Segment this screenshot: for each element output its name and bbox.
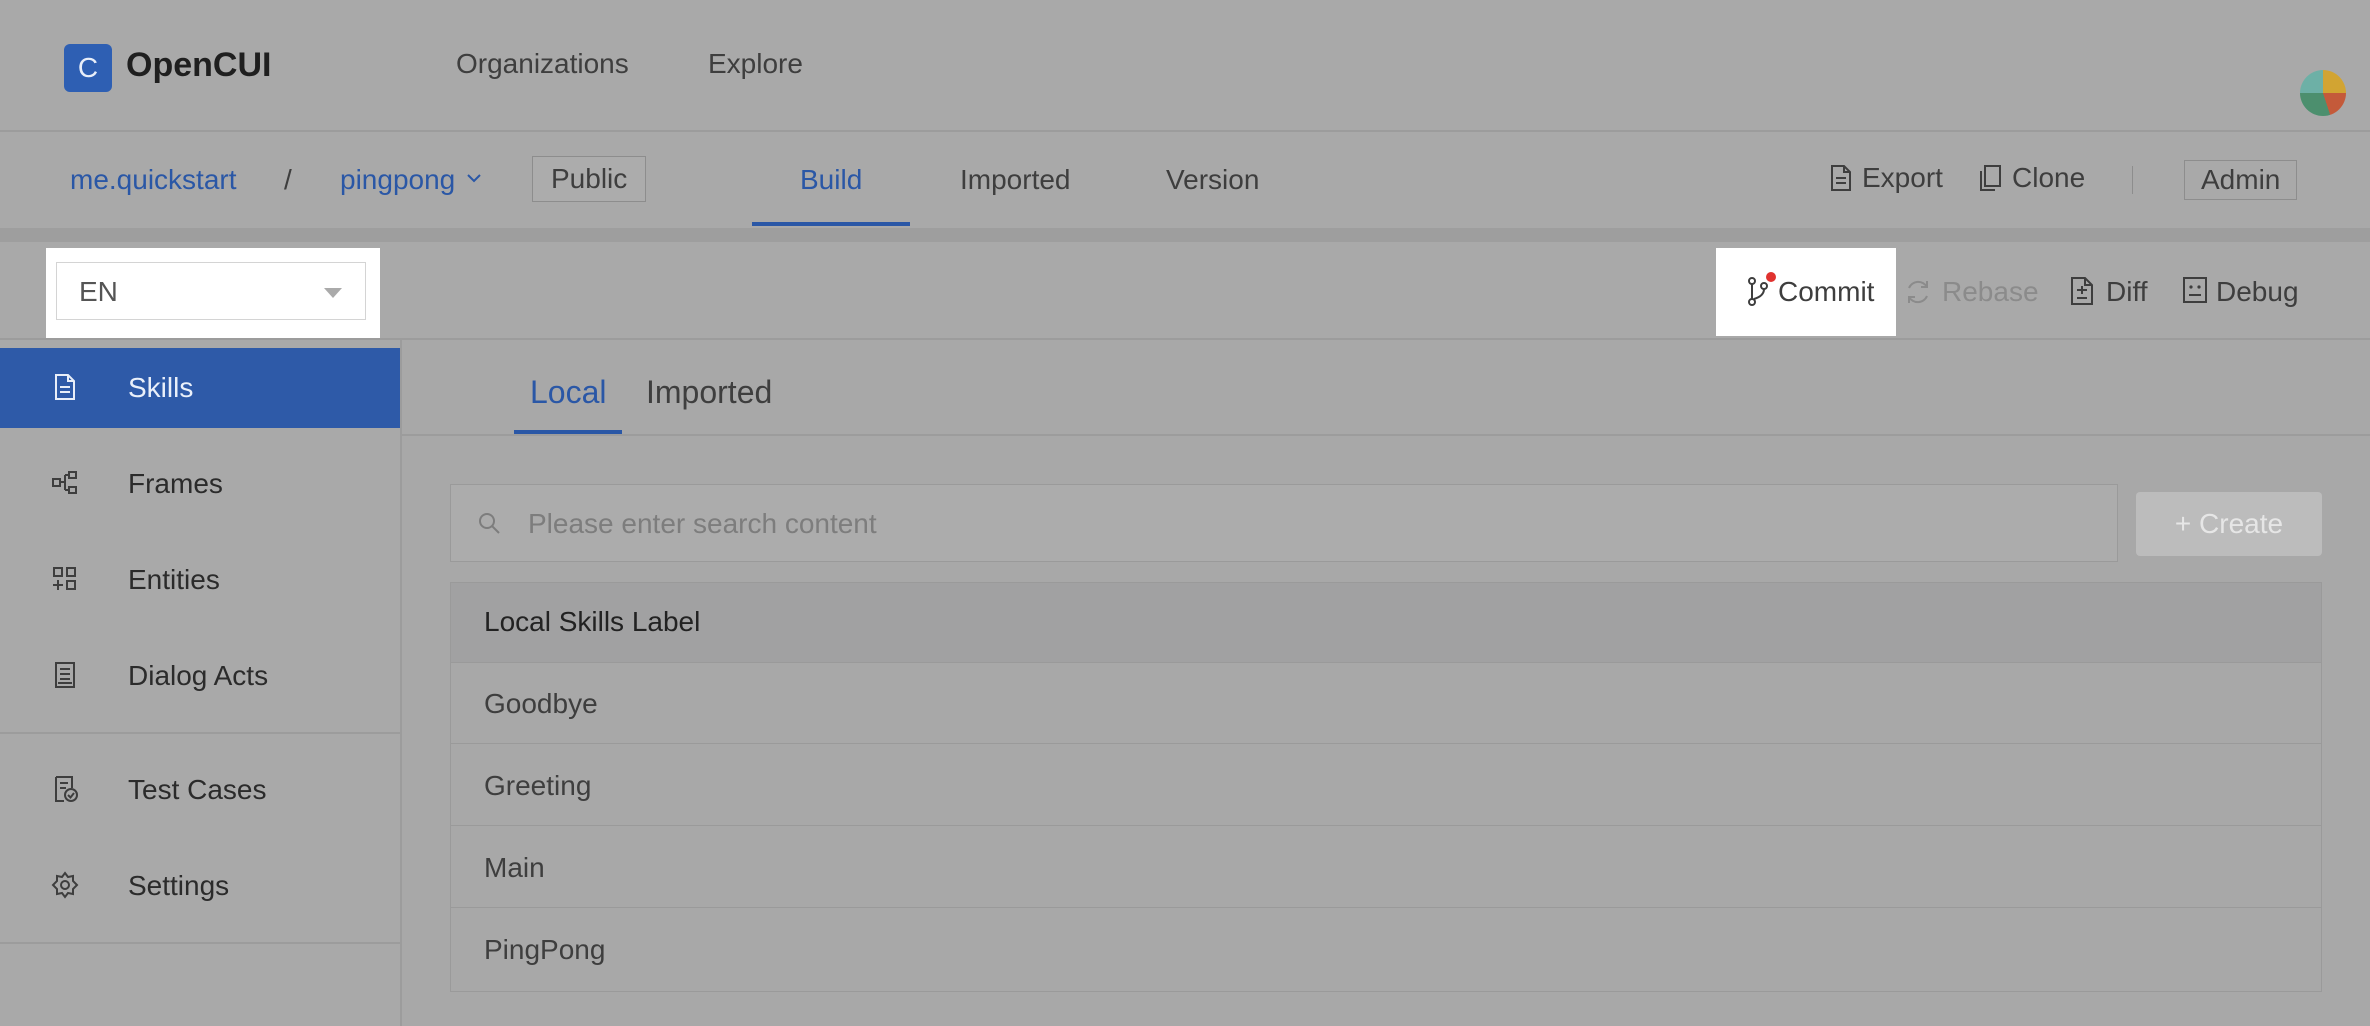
document-icon <box>50 372 80 402</box>
admin-button[interactable]: Admin <box>2184 160 2298 200</box>
table-header-row <box>451 583 2321 663</box>
frames-icon <box>50 468 80 498</box>
table-cell[interactable]: Goodbye <box>484 688 598 720</box>
sidebar-item-label: Dialog Acts <box>128 660 269 691</box>
sidebar-item-entities[interactable]: Entities <box>0 540 400 620</box>
nav-explore-link[interactable]: Explore <box>708 48 803 80</box>
test-cases-icon <box>50 774 80 804</box>
breadcrumb-separator: / <box>284 164 292 195</box>
search-placeholder[interactable]: Please enter search content <box>528 508 877 540</box>
diff-icon[interactable] <box>2070 276 2094 306</box>
table-row[interactable] <box>451 664 2321 744</box>
branch-icon[interactable] <box>1746 276 1770 306</box>
commit-button[interactable]: Commit <box>1778 276 1874 308</box>
notification-dot <box>1766 272 1776 282</box>
caret-down-icon[interactable] <box>324 288 342 298</box>
tab-build[interactable]: Build <box>800 164 862 196</box>
sidebar-item-label: Frames <box>128 468 223 499</box>
table-row[interactable] <box>451 828 2321 908</box>
table-row[interactable] <box>451 910 2321 990</box>
sidebar-divider <box>0 732 400 734</box>
debug-button[interactable]: Debug <box>2216 276 2299 308</box>
plus-icon: + <box>2174 508 2192 539</box>
diff-button[interactable]: Diff <box>2106 276 2148 308</box>
search-icon <box>476 510 504 538</box>
opencui-logo-icon[interactable]: C <box>64 44 112 92</box>
gear-icon <box>50 870 80 900</box>
sidebar-item-dialog-acts[interactable]: Dialog Acts <box>0 636 400 716</box>
table-cell[interactable]: Greeting <box>484 770 591 802</box>
sidebar-item-label: Test Cases <box>128 774 267 805</box>
table-cell[interactable]: PingPong <box>484 934 605 966</box>
tab-imported-skills[interactable]: Imported <box>646 374 772 411</box>
language-select[interactable]: EN <box>56 262 366 320</box>
dialog-acts-icon <box>50 660 80 690</box>
tabs-divider <box>402 434 2370 436</box>
clone-button[interactable]: Clone <box>2012 162 2085 194</box>
chevron-down-icon[interactable] <box>466 172 482 184</box>
visibility-badge: Public <box>532 156 647 202</box>
tab-imported[interactable]: Imported <box>960 164 1071 196</box>
breadcrumb-org-link[interactable]: me.quickstart <box>70 164 237 196</box>
top-nav <box>0 0 2370 132</box>
sidebar-item-frames[interactable]: Frames <box>0 444 400 524</box>
create-label: Create <box>2199 508 2284 539</box>
create-button[interactable]: + Create <box>2136 492 2322 556</box>
clone-icon[interactable] <box>1978 164 2002 192</box>
sidebar-item-label: Skills <box>128 372 194 403</box>
breadcrumb-project-dropdown[interactable]: pingpong <box>340 164 455 196</box>
debug-icon[interactable] <box>2182 276 2208 304</box>
tab-version[interactable]: Version <box>1166 164 1259 196</box>
divider <box>2132 166 2133 194</box>
sidebar-divider <box>0 942 400 944</box>
export-button[interactable]: Export <box>1862 162 1943 194</box>
table-row[interactable] <box>451 746 2321 826</box>
rebase-icon[interactable] <box>1904 278 1932 306</box>
tab-local[interactable]: Local <box>530 374 607 411</box>
export-icon[interactable] <box>1830 164 1852 192</box>
sidebar-item-skills[interactable]: Skills <box>0 348 400 428</box>
sidebar-item-settings[interactable]: Settings <box>0 846 400 926</box>
sidebar-item-label: Entities <box>128 564 220 595</box>
table-cell[interactable]: Main <box>484 852 545 884</box>
sidebar-item-label: Settings <box>128 870 230 901</box>
active-tab-indicator <box>752 222 910 226</box>
sidebar-item-test-cases[interactable]: Test Cases <box>0 750 400 830</box>
entities-icon <box>50 564 80 594</box>
active-tab-indicator <box>514 430 622 434</box>
app-name[interactable]: OpenCUI <box>126 46 271 85</box>
rebase-button[interactable]: Rebase <box>1942 276 2039 308</box>
table-header-label: Local Skills Label <box>484 606 701 637</box>
nav-organizations-link[interactable]: Organizations <box>456 48 629 80</box>
user-avatar[interactable] <box>2300 70 2346 116</box>
